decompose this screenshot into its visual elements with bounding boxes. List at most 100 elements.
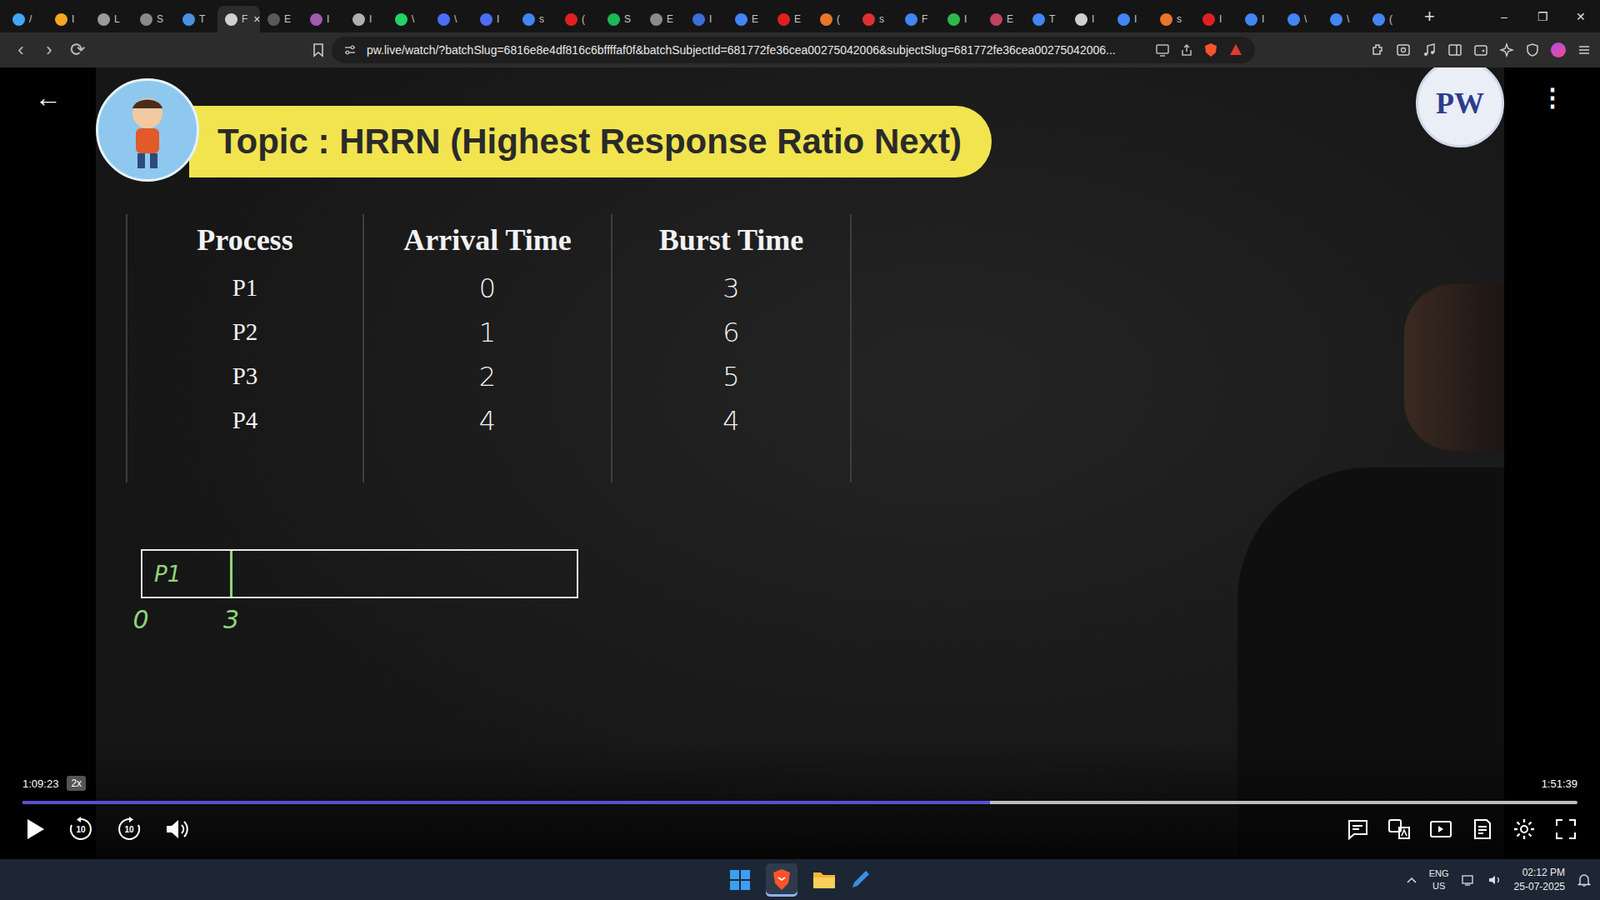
browser-tab[interactable]: E xyxy=(770,5,813,33)
brave-shield-icon[interactable] xyxy=(1203,42,1219,58)
extensions-icon[interactable] xyxy=(1370,42,1385,58)
gear-icon[interactable] xyxy=(1512,817,1536,841)
more-button[interactable]: ⋮ xyxy=(1540,82,1565,116)
browser-tab[interactable]: ( xyxy=(1365,5,1408,33)
time-row: 1:09:232x1:51:39 xyxy=(22,775,1578,791)
browser-tab[interactable]: \ xyxy=(1280,5,1323,33)
address-bar[interactable]: pw.live/watch/?batchSlug=6816e8e4df816c6… xyxy=(331,36,1255,64)
tab-label: ( xyxy=(836,13,840,25)
browser-tab[interactable]: / xyxy=(5,5,48,33)
skip-back-button[interactable]: 10 xyxy=(67,815,95,843)
rewards-icon[interactable] xyxy=(1228,42,1244,58)
taskbar-apps xyxy=(729,863,871,897)
tab-label: I xyxy=(71,13,75,25)
play-icon[interactable] xyxy=(24,817,46,841)
browser-tab[interactable]: s xyxy=(855,5,898,33)
browser-tab[interactable]: I xyxy=(1110,5,1153,33)
gantt-box: P1 xyxy=(140,549,579,599)
volume-icon[interactable] xyxy=(164,817,191,841)
sidebar-icon[interactable] xyxy=(1447,42,1463,58)
table-row: P103 xyxy=(125,265,852,310)
new-tab-button[interactable]: + xyxy=(1412,5,1447,28)
window-control-button[interactable]: ✕ xyxy=(1561,0,1600,33)
notes-icon[interactable] xyxy=(1470,817,1495,841)
browser-tab[interactable]: F× xyxy=(217,5,260,33)
browser-tab[interactable]: E xyxy=(642,5,685,33)
cast-icon[interactable] xyxy=(1155,43,1170,57)
tab-label: \ xyxy=(1304,13,1307,25)
browser-tab[interactable]: F xyxy=(897,5,940,33)
wallet-icon[interactable] xyxy=(1473,42,1489,58)
browser-tab[interactable]: s xyxy=(1152,5,1195,33)
browser-tab[interactable]: s xyxy=(515,5,558,33)
clock[interactable]: 02:12 PM25-07-2025 xyxy=(1514,865,1565,893)
favicon-icon xyxy=(947,13,960,26)
browser-tab[interactable]: S xyxy=(600,5,643,33)
progress-bar[interactable] xyxy=(22,800,1578,805)
language-indicator[interactable]: ENGUS xyxy=(1429,867,1450,893)
bookmark-icon[interactable] xyxy=(311,42,325,58)
bell-icon[interactable] xyxy=(1576,872,1592,888)
browser-tab[interactable]: I xyxy=(472,5,515,33)
tab-label: F xyxy=(921,13,928,25)
nav-button[interactable]: ‹ xyxy=(10,40,32,60)
playlist-icon[interactable] xyxy=(1429,817,1453,841)
window-control-button[interactable]: ❐ xyxy=(1523,0,1562,33)
back-button[interactable]: ← xyxy=(35,82,62,116)
video-player[interactable]: ←Topic : HRRN (Highest Response Ratio Ne… xyxy=(0,67,1600,860)
time-left: 1:09:232x xyxy=(22,775,86,791)
browser-tab[interactable]: I xyxy=(1195,5,1238,33)
nav-button[interactable]: ⟳ xyxy=(66,40,89,60)
speaker-icon[interactable] xyxy=(1487,873,1503,887)
site-settings-icon[interactable] xyxy=(343,43,357,57)
browser-tab[interactable]: I xyxy=(47,5,90,33)
browser-tab[interactable]: I xyxy=(1067,5,1110,33)
fullscreen-icon[interactable] xyxy=(1554,817,1578,841)
windows-start-icon[interactable] xyxy=(729,869,751,891)
browser-tab[interactable]: I xyxy=(345,5,388,33)
favicon-icon xyxy=(692,13,705,26)
vpn-icon[interactable] xyxy=(1525,42,1540,58)
favicon-icon xyxy=(140,13,153,26)
chat-icon[interactable] xyxy=(1345,817,1370,841)
translate-icon[interactable] xyxy=(1387,817,1411,841)
profile-icon[interactable] xyxy=(1550,42,1566,58)
chevron-up-icon[interactable] xyxy=(1405,875,1418,885)
browser-tab[interactable]: I xyxy=(1237,5,1280,33)
window-control-button[interactable]: – xyxy=(1485,0,1524,33)
menu-icon[interactable] xyxy=(1576,42,1592,58)
browser-tab[interactable]: L xyxy=(90,5,133,33)
browser-tab[interactable]: \ xyxy=(387,5,430,33)
browser-tab[interactable]: ( xyxy=(557,5,600,33)
leo-icon[interactable] xyxy=(1499,42,1515,58)
browser-tab[interactable]: \ xyxy=(430,5,473,33)
music-icon[interactable] xyxy=(1421,42,1437,58)
screenshot-icon[interactable] xyxy=(1395,42,1411,58)
browser-tab[interactable]: E xyxy=(260,5,303,33)
brave-taskbar-button[interactable] xyxy=(765,863,798,897)
nav-button[interactable]: › xyxy=(38,40,60,60)
browser-tab[interactable]: I xyxy=(302,5,345,33)
speed-badge[interactable]: 2x xyxy=(66,775,86,791)
favicon-icon xyxy=(905,13,918,26)
pen-icon[interactable] xyxy=(850,869,871,891)
folder-icon[interactable] xyxy=(812,870,836,890)
browser-tab[interactable]: I xyxy=(940,5,983,33)
browser-tab[interactable]: E xyxy=(727,5,770,33)
browser-tab[interactable]: I xyxy=(685,5,728,33)
tab-label: I xyxy=(326,13,330,25)
favicon-icon xyxy=(395,13,408,26)
browser-tab[interactable]: E xyxy=(982,5,1025,33)
browser-tab[interactable]: \ xyxy=(1322,5,1365,33)
tab-label: \ xyxy=(1346,13,1350,25)
browser-tab[interactable]: ( xyxy=(812,5,855,33)
browser-tab[interactable]: T xyxy=(1025,5,1068,33)
favicon-icon xyxy=(1245,13,1258,26)
tab-label: I xyxy=(1219,13,1222,25)
browser-tab[interactable]: S xyxy=(132,5,175,33)
tab-close-button[interactable]: × xyxy=(253,12,260,26)
browser-tab[interactable]: T xyxy=(175,5,218,33)
share-icon[interactable] xyxy=(1180,43,1194,57)
network-icon[interactable] xyxy=(1460,873,1476,887)
skip-forward-button[interactable]: 10 xyxy=(115,815,143,843)
